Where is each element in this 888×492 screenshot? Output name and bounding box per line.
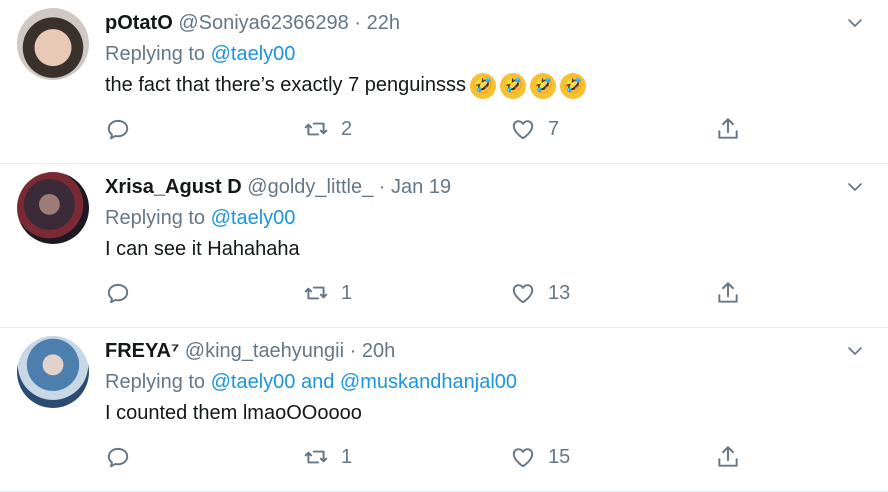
- reply-icon: [107, 447, 129, 468]
- tweet-header: Xrisa_Agust D @goldy_little_ · Jan 19: [105, 174, 451, 200]
- replying-to: Replying to @taely00: [105, 41, 295, 67]
- share-icon: [718, 118, 738, 139]
- rolling-on-floor-laughing-icon: 🤣: [529, 73, 556, 100]
- tweet-actions: 2 7: [105, 114, 745, 144]
- tweet-actions: 1 13: [105, 278, 745, 308]
- replying-to: Replying to @taely00 and @muskandhanjal0…: [105, 369, 517, 395]
- reply-button[interactable]: [105, 278, 143, 308]
- replying-to-label: Replying to: [105, 43, 206, 65]
- separator-dot: ·: [349, 340, 357, 362]
- retweet-button[interactable]: 1: [303, 278, 352, 308]
- replying-to: Replying to @taely00: [105, 205, 295, 231]
- separator-dot: ·: [378, 176, 386, 198]
- display-name[interactable]: pOtatO: [105, 12, 173, 34]
- timestamp[interactable]: 20h: [362, 340, 395, 362]
- like-count: 13: [548, 281, 571, 304]
- share-icon: [718, 446, 738, 467]
- like-button[interactable]: 13: [510, 278, 570, 308]
- timestamp[interactable]: 22h: [367, 12, 400, 34]
- user-handle[interactable]: @Soniya62366298: [178, 12, 348, 34]
- like-icon: [512, 284, 534, 304]
- share-button[interactable]: [715, 442, 741, 472]
- rolling-on-floor-laughing-icon: 🤣: [499, 73, 526, 100]
- like-button[interactable]: 15: [510, 442, 570, 472]
- mention-link[interactable]: @taely00: [211, 371, 296, 393]
- chevron-down-icon[interactable]: [846, 342, 864, 360]
- tweet[interactable]: FREYA⁷ @king_taehyungii · 20h Replying t…: [0, 328, 888, 492]
- rolling-on-floor-laughing-icon: 🤣: [559, 73, 586, 100]
- like-icon: [512, 120, 534, 140]
- tweet-text: I counted them lmaoOOoooo: [105, 402, 362, 424]
- rolling-on-floor-laughing-icon: 🤣: [469, 73, 496, 100]
- reply-button[interactable]: [105, 442, 143, 472]
- emoji-group: 🤣 🤣 🤣 🤣: [466, 72, 586, 100]
- tweet-actions: 1 15: [105, 442, 745, 472]
- like-count: 15: [548, 445, 571, 468]
- replying-to-label: Replying to: [105, 207, 206, 229]
- mention-joiner: and: [300, 371, 335, 393]
- retweet-icon: [304, 122, 328, 136]
- like-icon: [512, 448, 534, 468]
- tweet-header: FREYA⁷ @king_taehyungii · 20h: [105, 338, 395, 364]
- chevron-down-icon[interactable]: [846, 14, 864, 32]
- reply-icon: [107, 283, 129, 304]
- mention-link[interactable]: @taely00: [211, 207, 296, 229]
- like-button[interactable]: 7: [510, 114, 559, 144]
- avatar[interactable]: [17, 336, 89, 408]
- retweet-button[interactable]: 1: [303, 442, 352, 472]
- tweet[interactable]: pOtatO @Soniya62366298 · 22h Replying to…: [0, 0, 888, 164]
- mention-link[interactable]: @taely00: [211, 43, 296, 65]
- separator-dot: ·: [354, 12, 362, 34]
- retweet-count: 1: [341, 281, 353, 304]
- tweet-text: I can see it Hahahaha: [105, 238, 300, 260]
- replying-to-label: Replying to: [105, 371, 206, 393]
- share-icon: [718, 282, 738, 303]
- display-name[interactable]: Xrisa_Agust D: [105, 176, 242, 198]
- retweet-count: 1: [341, 445, 353, 468]
- tweet-text: the fact that there’s exactly 7 penguins…: [105, 72, 586, 100]
- user-handle[interactable]: @king_taehyungii: [185, 340, 344, 362]
- reply-button[interactable]: [105, 114, 143, 144]
- tweet[interactable]: Xrisa_Agust D @goldy_little_ · Jan 19 Re…: [0, 164, 888, 328]
- user-handle[interactable]: @goldy_little_: [247, 176, 373, 198]
- display-name[interactable]: FREYA⁷: [105, 340, 179, 362]
- like-count: 7: [548, 117, 560, 140]
- retweet-button[interactable]: 2: [303, 114, 352, 144]
- chevron-down-icon[interactable]: [846, 178, 864, 196]
- avatar[interactable]: [17, 172, 89, 244]
- retweet-icon: [304, 450, 328, 464]
- retweet-icon: [304, 286, 328, 300]
- avatar[interactable]: [17, 8, 89, 80]
- retweet-count: 2: [341, 117, 353, 140]
- mention-link[interactable]: @muskandhanjal00: [340, 371, 517, 393]
- timestamp[interactable]: Jan 19: [391, 176, 451, 198]
- share-button[interactable]: [715, 278, 741, 308]
- share-button[interactable]: [715, 114, 741, 144]
- reply-icon: [107, 119, 129, 140]
- tweet-text-body: the fact that there’s exactly 7 penguins…: [105, 74, 466, 96]
- tweet-header: pOtatO @Soniya62366298 · 22h: [105, 10, 400, 36]
